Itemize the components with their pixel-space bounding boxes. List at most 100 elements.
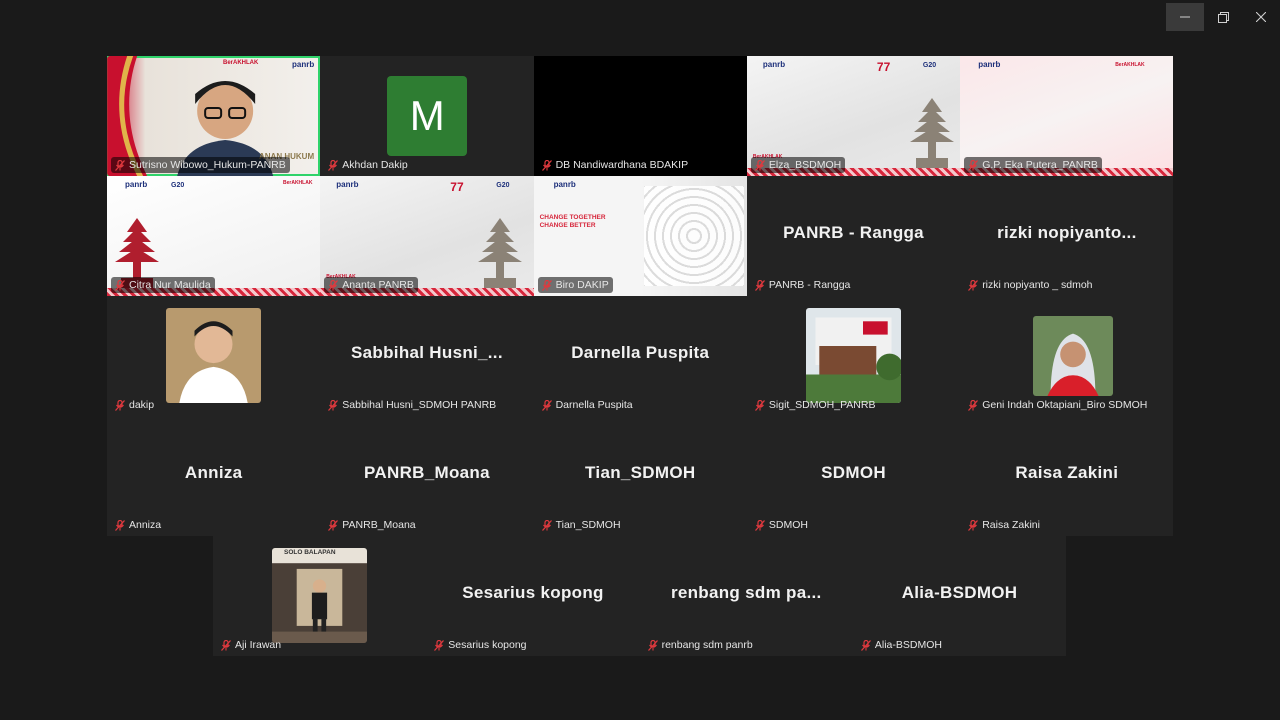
- participant-name: dakip: [129, 399, 155, 411]
- participant-name-label: Anniza: [111, 517, 165, 533]
- participant-tile[interactable]: Darnella Puspita Darnella Puspita: [533, 296, 747, 416]
- participant-tile[interactable]: PANRB_Moana PANRB_Moana: [320, 416, 534, 536]
- participant-name-label: Tian_SDMOH: [538, 517, 625, 533]
- participant-name: PANRB_Moana: [342, 519, 416, 531]
- participant-name-label: rizki nopiyanto _ sdmoh: [964, 277, 1096, 293]
- close-icon: [1256, 12, 1266, 22]
- participant-name-label: Alia-BSDMOH: [857, 637, 946, 653]
- muted-mic-icon: [328, 159, 339, 171]
- participant-name-label: Geni Indah Oktapiani_Biro SDMOH: [964, 397, 1151, 413]
- muted-mic-icon: [754, 279, 765, 291]
- participant-name-label: DB Nandiwardhana BDAKIP: [538, 157, 693, 173]
- participant-name: Elza_BSDMOH: [768, 159, 842, 171]
- participant-tile[interactable]: Tian_SDMOH Tian_SDMOH: [533, 416, 747, 536]
- participant-name-label: Ananta PANRB: [324, 277, 418, 293]
- participant-display-name: SDMOH: [821, 463, 886, 482]
- minimize-icon: [1180, 16, 1190, 18]
- participant-tile[interactable]: panrb77G20BerAKHLAKElza_BSDMOH: [746, 56, 961, 176]
- participant-name: PANRB - Rangga: [768, 279, 851, 291]
- participant-tile[interactable]: PANRB - Rangga PANRB - Rangga: [746, 176, 961, 296]
- station-sign-text: SOLO BALAPAN: [284, 549, 336, 556]
- participant-display-name: rizki nopiyanto...: [997, 223, 1137, 242]
- participant-tile[interactable]: Raisa Zakini Raisa Zakini: [960, 416, 1174, 536]
- participant-name: Raisa Zakini: [982, 519, 1040, 531]
- participant-tile[interactable]: Alia-BSDMOH Alia-BSDMOH: [852, 536, 1067, 656]
- participant-name-label: Sabbihal Husni_SDMOH PANRB: [324, 397, 500, 413]
- muted-mic-icon: [328, 399, 339, 411]
- participant-tile[interactable]: Geni Indah Oktapiani_Biro SDMOH: [960, 296, 1174, 416]
- participant-tile[interactable]: SDMOH SDMOH: [746, 416, 961, 536]
- participant-tile[interactable]: renbang sdm pa... renbang sdm panrb: [639, 536, 853, 656]
- close-button[interactable]: [1242, 3, 1280, 31]
- participant-name: Sutrisno Wibowo_Hukum-PANRB: [129, 159, 286, 171]
- profile-photo: [805, 308, 901, 403]
- participant-display-name: Raisa Zakini: [1015, 463, 1119, 482]
- minimize-button[interactable]: [1166, 3, 1204, 31]
- slide-logo-text: BerAKHLAK: [283, 180, 313, 186]
- temple-silhouette: [902, 98, 960, 168]
- hexagon-pattern: [643, 186, 744, 286]
- participant-tile[interactable]: Sabbihal Husni_... Sabbihal Husni_SDMOH P…: [320, 296, 534, 416]
- participant-tile[interactable]: panrb77G20BerAKHLAKAnanta PANRB: [320, 176, 534, 296]
- participant-display-name: renbang sdm pa...: [670, 583, 822, 602]
- muted-mic-icon: [968, 399, 979, 411]
- participant-name-label: renbang sdm panrb: [644, 637, 757, 653]
- participant-tile[interactable]: SOLO BALAPAN Aji Irawan: [213, 536, 427, 656]
- participant-name-label: Citra Nur Maulida: [111, 277, 215, 293]
- participant-name-label: G.P. Eka Putera_PANRB: [964, 157, 1102, 173]
- participant-name: Ananta PANRB: [342, 279, 414, 291]
- participant-name: renbang sdm panrb: [661, 639, 753, 651]
- participant-tile[interactable]: Sesarius kopong Sesarius kopong: [426, 536, 640, 656]
- slide-logo-text: G20: [922, 62, 937, 69]
- muted-mic-icon: [541, 159, 552, 171]
- participant-name-label: Sesarius kopong: [430, 637, 530, 653]
- muted-mic-icon: [115, 519, 125, 531]
- slide-logo-text: 77: [450, 180, 464, 194]
- slide-logo-text: G20: [171, 182, 185, 189]
- participant-tile[interactable]: panrb BerAKHLAK G.P. Eka Putera_PANRB: [960, 56, 1174, 176]
- participant-name-label: Akhdan Dakip: [324, 157, 411, 173]
- participant-name: Tian_SDMOH: [555, 519, 621, 531]
- participant-name-label: dakip: [111, 397, 158, 413]
- participant-tile[interactable]: DB Nandiwardhana BDAKIP: [533, 56, 747, 176]
- participant-name: Geni Indah Oktapiani_Biro SDMOH: [982, 399, 1148, 411]
- participant-name: Citra Nur Maulida: [129, 279, 211, 291]
- participant-tile[interactable]: M Akhdan Dakip: [320, 56, 534, 176]
- participant-name-label: PANRB_Moana: [324, 517, 419, 533]
- slide-logo-text: BerAKHLAK: [1115, 62, 1145, 68]
- participant-tile[interactable]: BerAKHLAKpanrbANAN HUKUMSutrisno Wibowo_…: [107, 56, 321, 176]
- avatar: M: [387, 76, 468, 156]
- restore-icon: [1217, 11, 1229, 23]
- participant-tile[interactable]: Anniza Anniza: [107, 416, 321, 536]
- participant-name-label: PANRB - Rangga: [751, 277, 855, 293]
- participant-tile[interactable]: panrb CHANGE TOGETHER CHANGE BETTER Biro DA…: [533, 176, 747, 296]
- participant-name: Anniza: [129, 519, 162, 531]
- participant-name-label: Sigit_SDMOH_PANRB: [751, 397, 880, 413]
- participant-tile[interactable]: dakip: [107, 296, 321, 416]
- participant-name: Sigit_SDMOH_PANRB: [768, 399, 876, 411]
- participant-display-name: Sesarius kopong: [462, 583, 604, 602]
- participant-name: Darnella Puspita: [555, 399, 633, 411]
- participant-tile[interactable]: Sigit_SDMOH_PANRB: [746, 296, 961, 416]
- participant-name: Biro DAKIP: [555, 279, 609, 291]
- profile-photo: [166, 308, 261, 403]
- panrb-logo-text: panrb: [292, 60, 315, 69]
- temple-silhouette: [470, 218, 530, 288]
- muted-mic-icon: [968, 159, 979, 171]
- muted-mic-icon: [541, 519, 552, 531]
- restore-button[interactable]: [1204, 3, 1242, 31]
- participant-display-name: PANRB - Rangga: [783, 223, 924, 242]
- muted-mic-icon: [221, 639, 231, 651]
- muted-mic-icon: [328, 279, 339, 291]
- participant-name: Sesarius kopong: [448, 639, 527, 651]
- profile-photo: SOLO BALAPAN: [272, 548, 367, 643]
- muted-mic-icon: [647, 639, 658, 651]
- muted-mic-icon: [541, 279, 552, 291]
- participant-display-name: Sabbihal Husni_...: [351, 343, 503, 362]
- muted-mic-icon: [115, 399, 125, 411]
- participant-display-name: Anniza: [184, 463, 243, 482]
- slide-logo-text: 77: [876, 60, 891, 74]
- participant-tile[interactable]: panrb G20 BerAKHLAK Citra Nur Maulida: [107, 176, 321, 296]
- participant-name-label: Elza_BSDMOH: [750, 157, 846, 173]
- participant-tile[interactable]: rizki nopiyanto... rizki nopiyanto _ sdmo…: [960, 176, 1174, 296]
